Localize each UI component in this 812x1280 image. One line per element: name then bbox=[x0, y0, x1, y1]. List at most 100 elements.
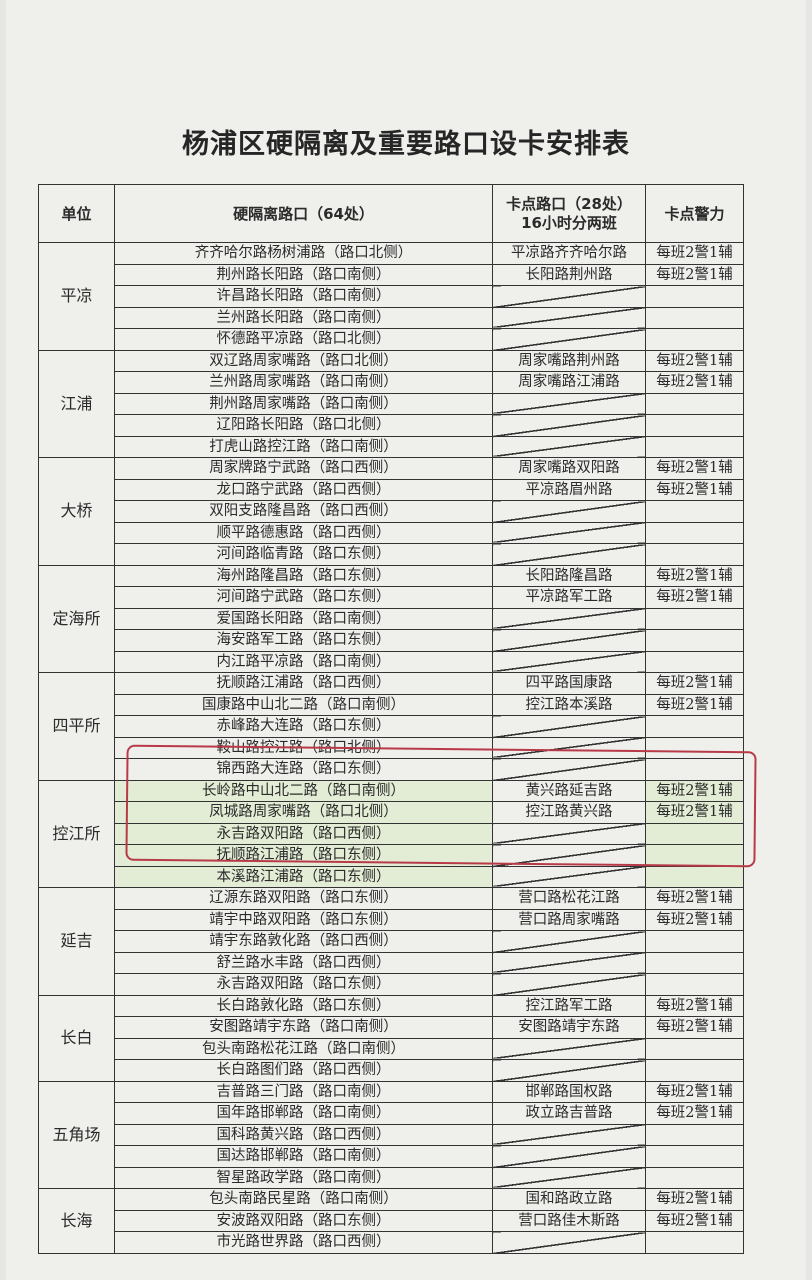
table-row: 江浦 双辽路周家嘴路（路口北侧） 周家嘴路荆州路 每班2警1辅 bbox=[38, 349, 744, 458]
road-cell: 永吉路双阳路（路口西侧） bbox=[114, 822, 493, 845]
police-cell: 每班2警1辅 bbox=[645, 908, 744, 931]
checkpoint-cell: 长阳路荆州路 bbox=[492, 263, 646, 286]
checkpoint-cell: 长阳路隆昌路 bbox=[492, 564, 646, 587]
road-cell: 周家牌路宁武路（路口西侧） bbox=[114, 457, 493, 480]
road-cell: 抚顺路江浦路（路口西侧） bbox=[114, 672, 493, 695]
hatched-cell bbox=[492, 1037, 646, 1060]
road-cell: 兰州路长阳路（路口南侧） bbox=[114, 306, 493, 329]
empty-police-cell bbox=[645, 1166, 744, 1189]
police-cell: 每班2警1辅 bbox=[645, 1080, 744, 1103]
empty-police-cell bbox=[645, 543, 744, 566]
hatched-cell bbox=[492, 951, 646, 974]
road-cell: 许昌路长阳路（路口南侧） bbox=[114, 285, 493, 308]
road-cell: 吉普路三门路（路口南侧） bbox=[114, 1080, 493, 1103]
unit-cell: 五角场 bbox=[38, 1080, 115, 1189]
empty-police-cell bbox=[645, 973, 744, 996]
hatched-cell bbox=[492, 607, 646, 630]
hatched-cell bbox=[492, 844, 646, 867]
table-row: 凤城路周家嘴路（路口北侧） 控江路黄兴路 每班2警1辅 bbox=[39, 801, 744, 824]
table-row: 智星路政学路（路口南侧） bbox=[39, 1166, 744, 1189]
checkpoint-cell: 控江路本溪路 bbox=[492, 693, 646, 716]
table-row: 怀德路平凉路（路口北侧） bbox=[39, 328, 744, 351]
empty-police-cell bbox=[645, 414, 744, 437]
hatched-cell bbox=[492, 1145, 646, 1168]
checkpoint-cell: 周家嘴路双阳路 bbox=[492, 457, 646, 480]
road-cell: 国达路邯郸路（路口南侧） bbox=[114, 1145, 493, 1168]
police-cell: 每班2警1辅 bbox=[645, 779, 744, 802]
checkpoint-cell: 营口路佳木斯路 bbox=[492, 1209, 646, 1232]
table-row: 爱国路长阳路（路口南侧） bbox=[39, 607, 744, 630]
checkpoint-cell: 控江路黄兴路 bbox=[492, 801, 646, 824]
road-cell: 永吉路双阳路（路口东侧） bbox=[114, 973, 493, 996]
hatched-cell bbox=[492, 306, 646, 329]
road-cell: 爱国路长阳路（路口南侧） bbox=[114, 607, 493, 630]
table-row: 国达路邯郸路（路口南侧） bbox=[39, 1145, 744, 1168]
table-row: 鞍山路控江路（路口北侧） bbox=[39, 736, 744, 759]
table-row: 顺平路德惠路（路口西侧） bbox=[39, 521, 744, 544]
table-header-row: 单位 硬隔离路口（64处） 卡点路口（28处） 16小时分两班 卡点警力 bbox=[38, 184, 744, 243]
police-cell: 每班2警1辅 bbox=[645, 1102, 744, 1125]
table-row: 永吉路双阳路（路口东侧） bbox=[39, 973, 744, 996]
police-cell: 每班2警1辅 bbox=[645, 1209, 744, 1232]
empty-police-cell bbox=[645, 500, 744, 523]
empty-police-cell bbox=[645, 1123, 744, 1146]
empty-police-cell bbox=[645, 930, 744, 953]
table-row: 定海所 海州路隆昌路（路口东侧） 长阳路隆昌路 每班2警1辅 bbox=[38, 564, 744, 673]
hatched-cell bbox=[492, 715, 646, 738]
road-cell: 长白路敦化路（路口东侧） bbox=[114, 994, 493, 1017]
header-unit: 单位 bbox=[38, 184, 115, 243]
unit-cell: 平凉 bbox=[38, 242, 115, 351]
hatched-cell bbox=[492, 521, 646, 544]
header-police: 卡点警力 bbox=[645, 184, 744, 243]
table-row: 抚顺路江浦路（路口东侧） bbox=[39, 844, 744, 867]
hatched-cell bbox=[492, 930, 646, 953]
police-cell: 每班2警1辅 bbox=[645, 801, 744, 824]
checkpoint-cell: 营口路周家嘴路 bbox=[492, 908, 646, 931]
checkpoint-cell: 周家嘴路荆州路 bbox=[492, 349, 646, 372]
road-cell: 锦西路大连路（路口东侧） bbox=[114, 758, 493, 781]
road-cell: 齐齐哈尔路杨树浦路（路口北侧） bbox=[114, 242, 493, 265]
table-row: 赤峰路大连路（路口东侧） bbox=[39, 715, 744, 738]
police-cell: 每班2警1辅 bbox=[645, 672, 744, 695]
empty-police-cell bbox=[645, 328, 744, 351]
empty-police-cell bbox=[645, 1231, 744, 1254]
table-row: 市光路世界路（路口西侧） bbox=[39, 1231, 744, 1254]
empty-police-cell bbox=[645, 1059, 744, 1082]
document-title: 杨浦区硬隔离及重要路口设卡安排表 bbox=[182, 129, 630, 160]
road-cell: 包头南路民星路（路口南侧） bbox=[114, 1188, 493, 1211]
checkpoint-cell: 平凉路眉州路 bbox=[492, 478, 646, 501]
police-cell: 每班2警1辅 bbox=[645, 887, 744, 910]
road-cell: 荆州路周家嘴路（路口南侧） bbox=[114, 392, 493, 415]
road-cell: 龙口路宁武路（路口西侧） bbox=[114, 478, 493, 501]
hatched-cell bbox=[492, 1059, 646, 1082]
table-row: 兰州路长阳路（路口南侧） bbox=[39, 306, 744, 329]
road-cell: 市光路世界路（路口西侧） bbox=[114, 1231, 493, 1254]
empty-police-cell bbox=[645, 844, 744, 867]
road-cell: 国科路黄兴路（路口西侧） bbox=[114, 1123, 493, 1146]
empty-police-cell bbox=[645, 865, 744, 888]
table-row: 荆州路长阳路（路口南侧） 长阳路荆州路 每班2警1辅 bbox=[39, 263, 744, 286]
table-row: 长白 长白路敦化路（路口东侧） 控江路军工路 每班2警1辅 bbox=[38, 994, 744, 1082]
road-cell: 海安路军工路（路口东侧） bbox=[114, 629, 493, 652]
hatched-cell bbox=[492, 392, 646, 415]
table-row: 安图路靖宇东路（路口南侧） 安图路靖宇东路 每班2警1辅 bbox=[39, 1016, 744, 1039]
empty-police-cell bbox=[645, 822, 744, 845]
unit-cell: 大桥 bbox=[38, 457, 115, 566]
checkpoint-table: 单位 硬隔离路口（64处） 卡点路口（28处） 16小时分两班 卡点警力 平凉齐… bbox=[38, 184, 744, 1254]
table-row: 包头南路松花江路（路口南侧） bbox=[39, 1037, 744, 1060]
hatched-cell bbox=[492, 1166, 646, 1189]
table-row: 安波路双阳路（路口东侧） 营口路佳木斯路 每班2警1辅 bbox=[39, 1209, 744, 1232]
road-cell: 兰州路周家嘴路（路口南侧） bbox=[114, 371, 493, 394]
header-checkpoint-line1: 卡点路口（28处） bbox=[506, 194, 632, 213]
unit-cell: 江浦 bbox=[38, 349, 115, 458]
police-cell: 每班2警1辅 bbox=[645, 564, 744, 587]
table-row: 许昌路长阳路（路口南侧） bbox=[39, 285, 744, 308]
table-row: 本溪路江浦路（路口东侧） bbox=[39, 865, 744, 888]
table-row: 四平所 抚顺路江浦路（路口西侧） 四平路国康路 每班2警1辅 bbox=[38, 672, 744, 781]
road-cell: 辽源东路双阳路（路口东侧） bbox=[114, 887, 493, 910]
hatched-cell bbox=[492, 822, 646, 845]
unit-cell: 控江所 bbox=[38, 779, 115, 888]
header-checkpoint: 卡点路口（28处） 16小时分两班 bbox=[492, 184, 646, 243]
table-row: 延吉 辽源东路双阳路（路口东侧） 营口路松花江路 每班2警1辅 bbox=[38, 887, 744, 996]
hatched-cell bbox=[492, 865, 646, 888]
